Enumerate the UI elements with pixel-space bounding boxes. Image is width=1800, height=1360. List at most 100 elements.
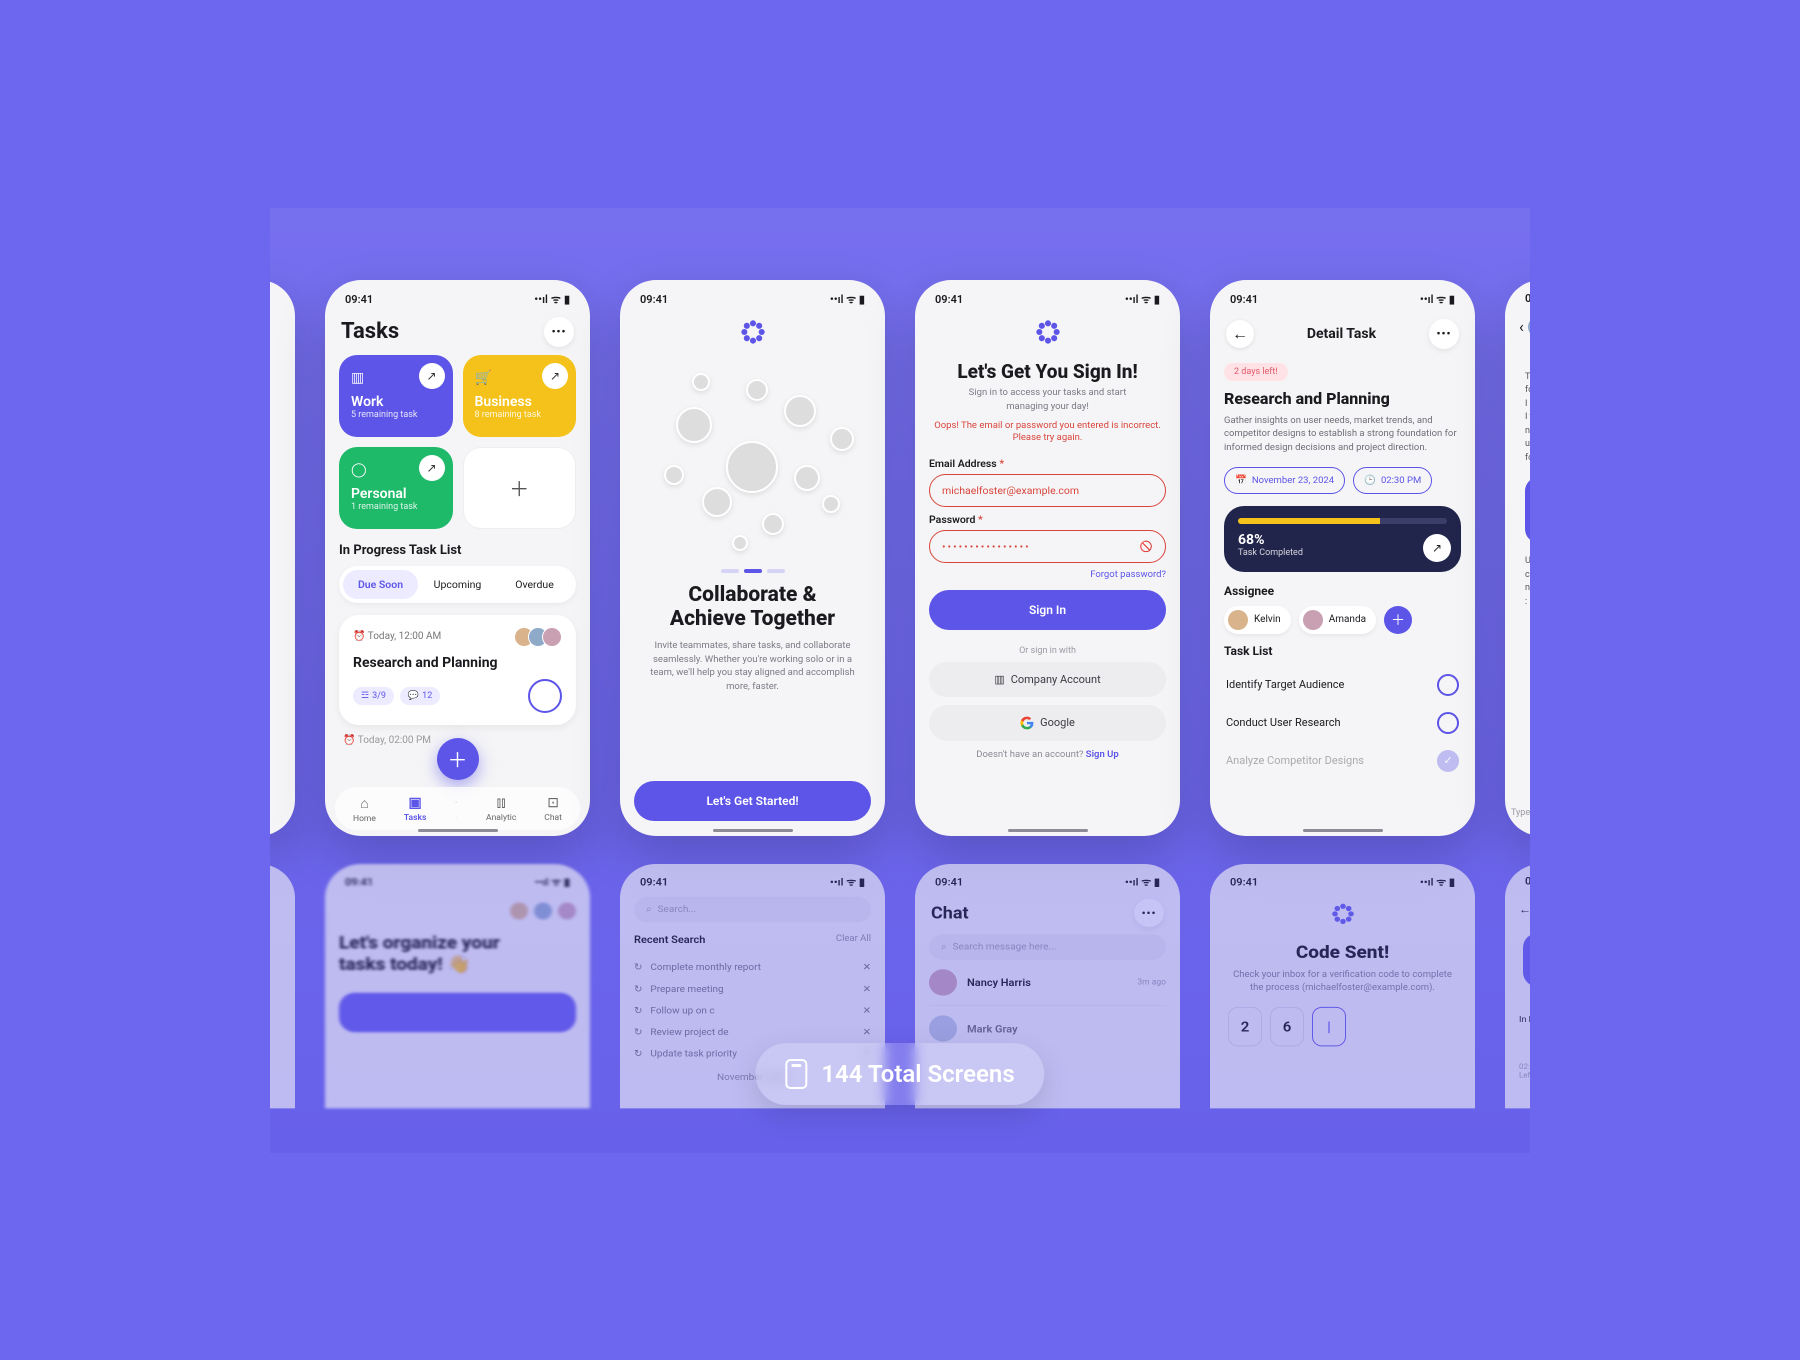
message-input-placeholder[interactable]: Type he [1511, 808, 1530, 818]
close-icon[interactable]: ✕ [863, 962, 871, 972]
code-digit[interactable]: 6 [1270, 1007, 1304, 1046]
close-icon[interactable]: ✕ [863, 984, 871, 994]
progress-percent: 68% [1238, 532, 1447, 548]
signup-footer: Doesn't have an account? Sign Up [929, 749, 1166, 760]
nav-analytic[interactable]: ⫾⫾Analytic [486, 795, 516, 824]
screen2-partial-right: 09:41 ← In Pro 02:34 Time Left [1505, 864, 1530, 1108]
back-icon[interactable]: ← [1519, 902, 1530, 915]
checkbox-checked[interactable]: ✓ [1437, 750, 1459, 772]
tab-overdue[interactable]: Overdue [497, 570, 572, 599]
close-icon[interactable]: ✕ [863, 1005, 871, 1015]
nav-home[interactable]: ⌂Home [353, 795, 376, 824]
task-item[interactable]: Analyze Competitor Designs✓ [1224, 742, 1461, 780]
company-account-button[interactable]: ▥Company Account [929, 662, 1166, 697]
screen2-partial [270, 864, 295, 1108]
screen-signin: 09:41••ıl ᯤ ▮ Let's Get You Sign In! Sig… [915, 280, 1180, 836]
chart-icon: ⫾⫾ [486, 795, 516, 811]
fab-add[interactable]: ＋ [437, 738, 479, 780]
avatar-cloud [634, 355, 871, 563]
avatar [1303, 610, 1323, 630]
screen-tasks: 09:41 ••ıl ᯤ ▮ Tasks ••• ↗ ▥ Work 5 rema… [325, 280, 590, 836]
email-field[interactable]: michaelfoster@example.com [929, 474, 1166, 507]
screen-detail-task: 09:41••ıl ᯤ ▮ ← Detail Task ••• 2 days l… [1210, 280, 1475, 836]
time-left: 02:34 Time Left [1519, 1062, 1530, 1079]
assignee-chip[interactable]: Amanda [1299, 606, 1376, 634]
recent-item[interactable]: ↻Complete monthly report✕ [634, 957, 871, 979]
recent-item[interactable]: ↻Follow up on c✕ [634, 1000, 871, 1022]
card-blur [1523, 932, 1530, 987]
progress-sub: Task Completed [1238, 548, 1447, 558]
more-button[interactable]: ••• [1134, 898, 1164, 926]
code-digit[interactable]: 2 [1228, 1007, 1262, 1046]
nav-tasks[interactable]: ▣Tasks [404, 795, 426, 824]
category-business[interactable]: ↗ 🛒 Business 8 remaining task [463, 355, 577, 437]
email-label: Email Address * [929, 457, 1166, 470]
avatar [822, 495, 840, 513]
avatar [534, 902, 552, 919]
card-blur [339, 992, 576, 1031]
chat-bubble-sent: Gocodidthe [1525, 477, 1530, 543]
password-field[interactable]: •••••••••••••••• 🚫 [929, 530, 1166, 563]
home-indicator [1303, 829, 1383, 832]
task-card[interactable]: ⏰ Today, 12:00 AM Research and Planning … [339, 615, 576, 725]
close-icon[interactable]: ✕ [863, 1027, 871, 1037]
clear-all-link[interactable]: Clear All [836, 933, 871, 945]
task-item[interactable]: Conduct User Research [1224, 704, 1461, 742]
nav-chat[interactable]: ⊡Chat [544, 795, 562, 824]
tab-upcoming[interactable]: Upcoming [420, 570, 495, 599]
recent-item[interactable]: ↻Review project de✕ [634, 1021, 871, 1043]
assignee-chip[interactable]: Kelvin [1224, 606, 1291, 634]
chat-list-item[interactable]: Nancy Harris3m ago [929, 959, 1166, 1004]
get-started-button[interactable]: Let's Get Started! [634, 781, 871, 821]
search-icon: ⌕ [646, 904, 652, 914]
logo-icon [1035, 319, 1061, 345]
signin-button[interactable]: Sign In [929, 590, 1166, 630]
back-button[interactable]: ← [1226, 320, 1254, 348]
search-input[interactable]: ⌕Search message here... [929, 934, 1166, 959]
avatar [784, 395, 816, 427]
home-indicator [713, 829, 793, 832]
history-icon: ↻ [634, 1049, 642, 1059]
avatar [830, 427, 854, 451]
more-button[interactable]: ••• [1429, 319, 1459, 349]
signin-sub: Sign in to access your tasks and start m… [949, 386, 1146, 414]
back-icon[interactable]: ‹ [1519, 317, 1524, 336]
category-sub: 5 remaining task [351, 410, 441, 420]
page-title: Detail Task [1307, 326, 1376, 342]
avatar [762, 513, 784, 535]
search-input[interactable]: ⌕Search... [634, 896, 871, 921]
checkbox[interactable] [1437, 674, 1459, 696]
calendar-icon: 📅 [1235, 475, 1247, 486]
category-work[interactable]: ↗ ▥ Work 5 remaining task [339, 355, 453, 437]
building-icon: ▥ [351, 370, 364, 386]
task-description: Gather insights on user needs, market tr… [1224, 414, 1461, 455]
logo-icon [740, 319, 766, 345]
date-chip[interactable]: 📅November 23, 2024 [1224, 467, 1345, 494]
task-headline: Research and Planning [1224, 389, 1461, 408]
eye-off-icon[interactable]: 🚫 [1140, 540, 1153, 553]
tab-due-soon[interactable]: Due Soon [343, 570, 418, 599]
status-bar: 09:41 ••ıl ᯤ ▮ [339, 288, 576, 315]
recent-item[interactable]: ↻Prepare meeting✕ [634, 978, 871, 1000]
progress-card[interactable]: 68% Task Completed ↗ [1224, 506, 1461, 572]
bottom-nav: ⌂Home ▣Tasks ·· ⫾⫾Analytic ⊡Chat [335, 787, 580, 830]
add-assignee-button[interactable]: ＋ [1384, 606, 1412, 634]
more-button[interactable]: ••• [544, 317, 574, 347]
category-personal[interactable]: ↗ ◯ Personal 1 remaining task [339, 447, 453, 529]
onboarding-headline: Collaborate &Achieve Together [634, 583, 871, 631]
signup-link[interactable]: Sign Up [1086, 749, 1119, 760]
history-icon: ↻ [634, 962, 642, 972]
forgot-password-link[interactable]: Forgot password? [929, 569, 1166, 580]
time-chip[interactable]: 🕒02:30 PM [1353, 467, 1432, 494]
task-item[interactable]: Identify Target Audience [1224, 666, 1461, 704]
checkbox[interactable] [1437, 712, 1459, 734]
code-digit-active[interactable]: | [1312, 1007, 1346, 1046]
category-sub: 8 remaining task [475, 410, 565, 420]
clock-icon: ⏰ [343, 735, 355, 746]
google-button[interactable]: Google [929, 705, 1166, 741]
subtask-chip: ☲ 3/9 [353, 687, 394, 705]
avatar [794, 465, 820, 491]
task-title: Research and Planning [353, 655, 562, 671]
filter-tabs: Due Soon Upcoming Overdue [339, 566, 576, 603]
category-add[interactable]: ＋ [463, 447, 577, 529]
